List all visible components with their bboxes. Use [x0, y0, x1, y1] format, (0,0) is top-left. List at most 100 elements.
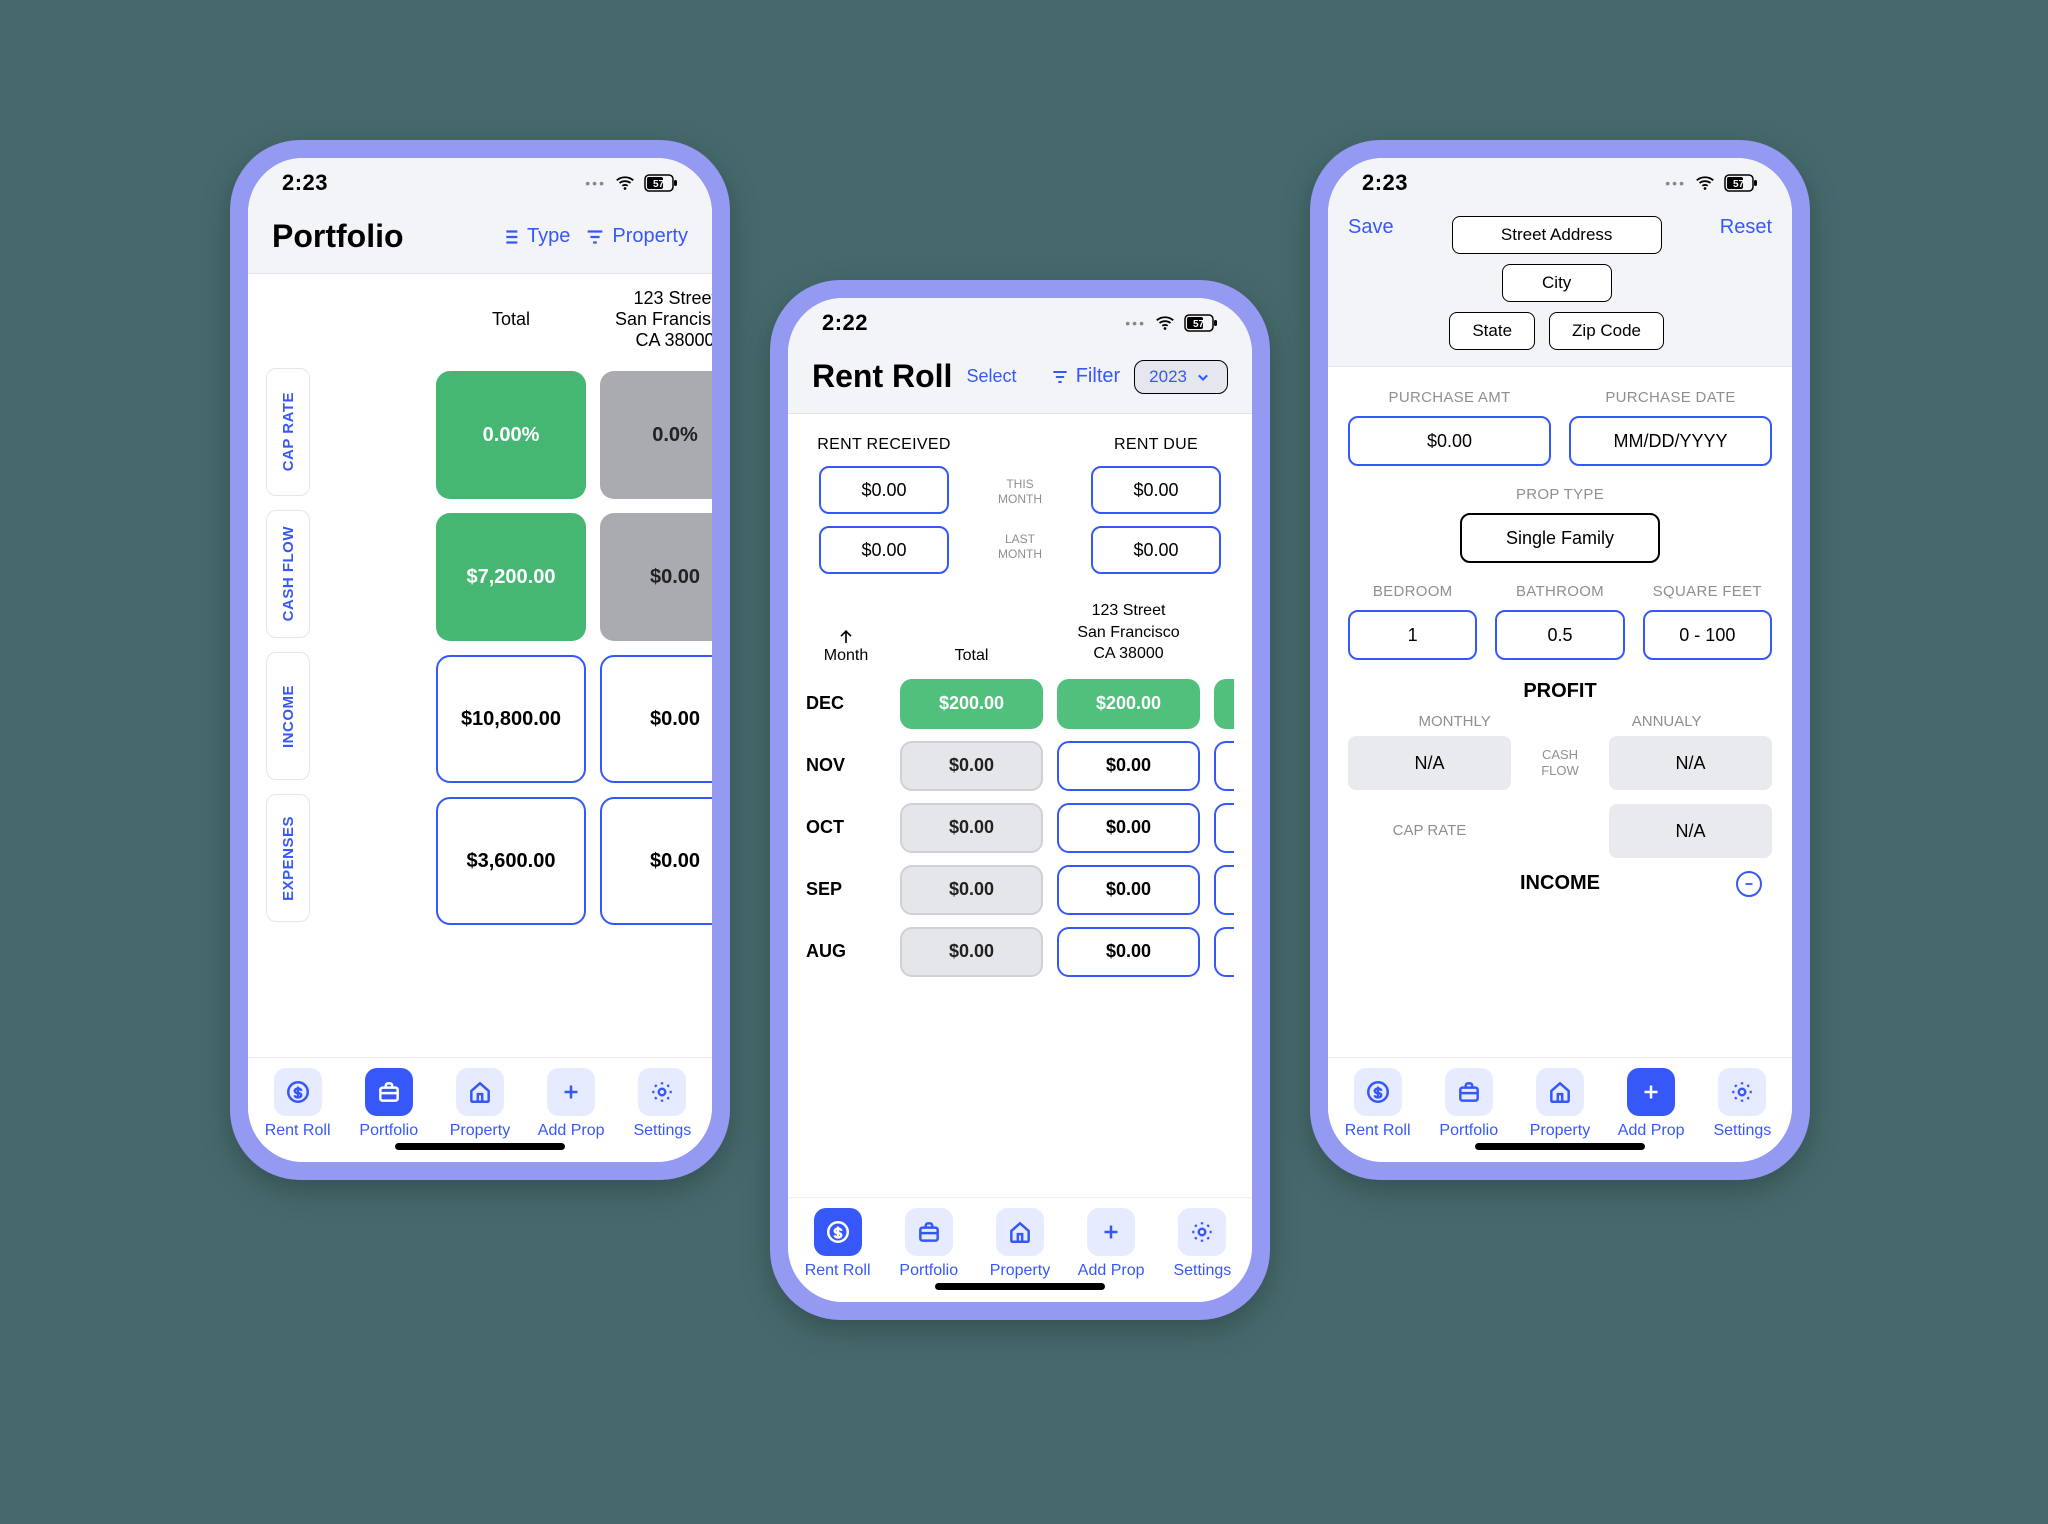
collapse-button[interactable]	[1736, 871, 1762, 897]
bedroom-input[interactable]: 1	[1348, 610, 1477, 660]
battery-icon: 57	[1184, 314, 1218, 332]
rr-row: SEP $0.00 $0.00	[806, 865, 1234, 915]
tab-addprop[interactable]: Add Prop	[1607, 1068, 1695, 1140]
month-label: DEC	[806, 693, 886, 714]
profit-heading: PROFIT	[1348, 680, 1772, 703]
phone-addprop: 2:23 ••• 57 Save Street Address City Sta…	[1310, 140, 1810, 1180]
tab-property[interactable]: Property	[976, 1208, 1064, 1280]
home-indicator[interactable]	[935, 1283, 1105, 1290]
cashflow-label: CASH FLOW	[1525, 747, 1595, 778]
rr-total-cell[interactable]: $0.00	[900, 927, 1043, 977]
cell-caprate-prop[interactable]: 0.0%	[600, 371, 712, 499]
tab-rentroll[interactable]: Rent Roll	[254, 1068, 342, 1140]
reset-button[interactable]: Reset	[1720, 216, 1772, 239]
tab-settings[interactable]: Settings	[618, 1068, 706, 1140]
wifi-icon	[1154, 312, 1176, 334]
purchase-date-input[interactable]: MM/DD/YYYY	[1569, 416, 1772, 466]
rr-total-cell[interactable]: $0.00	[900, 803, 1043, 853]
zip-input[interactable]: Zip Code	[1549, 312, 1664, 350]
tab-property[interactable]: Property	[1516, 1068, 1604, 1140]
wifi-icon	[614, 172, 636, 194]
cell-caprate-total[interactable]: 0.00%	[436, 371, 586, 499]
tab-portfolio[interactable]: Portfolio	[345, 1068, 433, 1140]
cell-income-total[interactable]: $10,800.00	[436, 655, 586, 783]
this-month-label: THIS MONTH	[998, 477, 1042, 506]
tab-portfolio[interactable]: Portfolio	[1425, 1068, 1513, 1140]
rr-extra-cell[interactable]	[1214, 679, 1234, 729]
purchase-amt-input[interactable]: $0.00	[1348, 416, 1551, 466]
city-input[interactable]: City	[1502, 264, 1612, 302]
tab-property[interactable]: Property	[436, 1068, 524, 1140]
rent-due-last[interactable]: $0.00	[1091, 526, 1221, 574]
rr-extra-cell[interactable]	[1214, 803, 1234, 853]
sort-month[interactable]: Month	[806, 627, 886, 665]
caprate-annual: N/A	[1609, 804, 1772, 858]
month-label: NOV	[806, 755, 886, 776]
status-dots: •••	[585, 175, 606, 191]
filter-button[interactable]: Filter	[1050, 365, 1120, 388]
cashflow-annual: N/A	[1609, 736, 1772, 790]
header: Rent Roll Select Filter 2023	[788, 348, 1252, 414]
rr-row: OCT$0.00$0.00	[806, 803, 1234, 853]
state-input[interactable]: State	[1449, 312, 1535, 350]
home-indicator[interactable]	[1475, 1143, 1645, 1150]
status-dots: •••	[1125, 315, 1146, 331]
rent-received-this[interactable]: $0.00	[819, 466, 949, 514]
rr-extra-cell[interactable]	[1214, 741, 1234, 791]
tab-addprop[interactable]: Add Prop	[1067, 1208, 1155, 1280]
bathroom-input[interactable]: 0.5	[1495, 610, 1624, 660]
bathroom-label: BATHROOM	[1516, 583, 1604, 600]
street-input[interactable]: Street Address	[1452, 216, 1662, 254]
home-indicator[interactable]	[395, 1143, 565, 1150]
header: Portfolio Type Property	[248, 208, 712, 274]
rr-total-cell[interactable]: $200.00	[900, 679, 1043, 729]
tab-rentroll[interactable]: Rent Roll	[794, 1208, 882, 1280]
phone-portfolio: 2:23 ••• 57 Portfolio Type Property CAP …	[230, 140, 730, 1180]
cell-expenses-prop[interactable]: $0.00	[600, 797, 712, 925]
tab-portfolio[interactable]: Portfolio	[885, 1208, 973, 1280]
phone-rentroll: 2:22 ••• 57 Rent Roll Select Filter 2023…	[770, 280, 1270, 1320]
cell-expenses-total[interactable]: $3,600.00	[436, 797, 586, 925]
prop-type-label: PROP TYPE	[1516, 486, 1604, 503]
status-time: 2:23	[1362, 170, 1408, 196]
rr-extra-cell[interactable]	[1214, 927, 1234, 977]
filter-icon	[1050, 367, 1070, 387]
page-title: Rent Roll	[812, 358, 952, 395]
tab-rentroll[interactable]: Rent Roll	[1334, 1068, 1422, 1140]
cell-income-prop[interactable]: $0.00	[600, 655, 712, 783]
tab-addprop[interactable]: Add Prop	[527, 1068, 615, 1140]
status-time: 2:22	[822, 310, 868, 336]
rr-addr-cell[interactable]: $0.00	[1057, 927, 1200, 977]
rent-received-last[interactable]: $0.00	[819, 526, 949, 574]
arrow-up-icon	[836, 627, 856, 647]
cell-cashflow-prop[interactable]: $0.00	[600, 513, 712, 641]
header: Save Street Address City State Zip Code …	[1328, 208, 1792, 367]
rr-extra-cell[interactable]	[1214, 865, 1234, 915]
prop-type-input[interactable]: Single Family	[1460, 513, 1660, 563]
filter-property-button[interactable]: Property	[584, 225, 688, 248]
month-label: SEP	[806, 879, 886, 900]
rowlabel-expenses: EXPENSES	[266, 794, 310, 922]
tab-settings[interactable]: Settings	[1698, 1068, 1786, 1140]
cell-cashflow-total[interactable]: $7,200.00	[436, 513, 586, 641]
rent-due-this[interactable]: $0.00	[1091, 466, 1221, 514]
filter-type-button[interactable]: Type	[499, 225, 570, 248]
select-button[interactable]: Select	[966, 366, 1016, 387]
rr-total-cell[interactable]: $0.00	[900, 741, 1043, 791]
tab-settings[interactable]: Settings	[1158, 1208, 1246, 1280]
rr-addr-cell[interactable]: $0.00	[1057, 803, 1200, 853]
rr-total-cell[interactable]: $0.00	[900, 865, 1043, 915]
purchase-date-label: PURCHASE DATE	[1605, 389, 1735, 406]
bedroom-label: BEDROOM	[1373, 583, 1453, 600]
status-bar: 2:23 ••• 57	[1328, 158, 1792, 208]
save-button[interactable]: Save	[1348, 216, 1394, 239]
annually-label: ANNUALY	[1632, 713, 1702, 730]
rr-addr-cell[interactable]: $0.00	[1057, 741, 1200, 791]
filter-type-label: Type	[527, 225, 570, 248]
rr-addr-cell[interactable]: $200.00	[1057, 679, 1200, 729]
rr-addr-cell[interactable]: $0.00	[1057, 865, 1200, 915]
battery-icon: 57	[1724, 174, 1758, 192]
sqft-input[interactable]: 0 - 100	[1643, 610, 1772, 660]
year-selector[interactable]: 2023	[1134, 360, 1228, 394]
rr-row: AUG$0.00$0.00	[806, 927, 1234, 977]
